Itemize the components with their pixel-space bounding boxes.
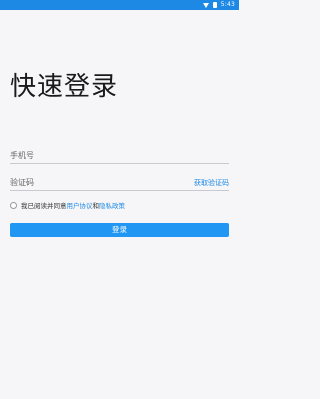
privacy-policy-link[interactable]: 隐私政策 [99, 200, 125, 210]
get-code-button[interactable]: 获取验证码 [194, 178, 229, 188]
agreement-row: 我已阅读并同意 用户协议 和 隐私政策 [10, 200, 125, 210]
phone-input[interactable] [10, 148, 229, 163]
status-time: 5:43 [220, 1, 235, 8]
user-agreement-link[interactable]: 用户协议 [67, 200, 93, 210]
agreement-checkbox[interactable] [10, 201, 17, 209]
page-title: 快速登录 [10, 72, 119, 102]
agreement-prefix: 我已阅读并同意 [21, 202, 67, 210]
phone-field[interactable] [10, 148, 229, 164]
code-field[interactable]: 获取验证码 [10, 175, 229, 191]
login-button[interactable]: 登录 [10, 223, 229, 237]
battery-icon [212, 2, 217, 8]
status-bar: 5:43 [0, 0, 239, 10]
wifi-icon [202, 2, 209, 8]
